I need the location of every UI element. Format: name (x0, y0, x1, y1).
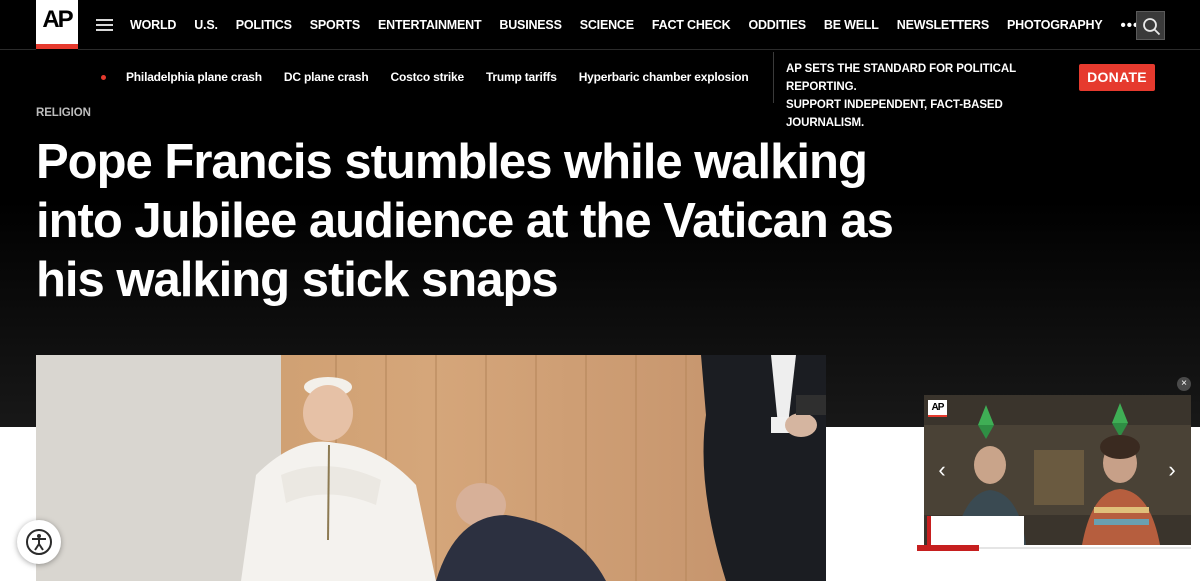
nav-item-science[interactable]: SCIENCE (580, 18, 634, 32)
promo-line-1: AP SETS THE STANDARD FOR POLITICAL REPOR… (786, 63, 1016, 93)
promo-line-2: SUPPORT INDEPENDENT, FACT-BASED JOURNALI… (786, 99, 1003, 129)
accessibility-button[interactable] (17, 520, 61, 564)
nav-item-us[interactable]: U.S. (194, 18, 218, 32)
main-nav: WORLD U.S. POLITICS SPORTS ENTERTAINMENT… (130, 0, 1139, 50)
promo-divider (773, 52, 774, 103)
support-promo[interactable]: AP SETS THE STANDARD FOR POLITICAL REPOR… (786, 60, 1076, 132)
video-ap-logo: AP (928, 400, 947, 417)
trending-link[interactable]: DC plane crash (284, 70, 369, 84)
trending-link[interactable]: Costco strike (391, 70, 465, 84)
nav-item-entertainment[interactable]: ENTERTAINMENT (378, 18, 482, 32)
trending-dot-icon (101, 75, 106, 80)
nav-item-business[interactable]: BUSINESS (499, 18, 562, 32)
ap-logo[interactable]: AP (36, 0, 78, 50)
trending-bar: Philadelphia plane crash DC plane crash … (0, 51, 1200, 129)
nav-item-politics[interactable]: POLITICS (236, 18, 292, 32)
trending-link[interactable]: Trump tariffs (486, 70, 557, 84)
nav-item-sports[interactable]: SPORTS (310, 18, 360, 32)
video-prev-button[interactable]: ‹ (930, 455, 954, 485)
article-headline: Pope Francis stumbles while walking into… (36, 135, 894, 307)
nav-item-oddities[interactable]: ODDITIES (748, 18, 806, 32)
trending-link[interactable]: Philadelphia plane crash (126, 70, 262, 84)
trending-links: Philadelphia plane crash DC plane crash … (126, 51, 770, 103)
nav-item-world[interactable]: WORLD (130, 18, 176, 32)
accessibility-icon (26, 529, 52, 555)
top-navigation: AP WORLD U.S. POLITICS SPORTS ENTERTAINM… (0, 0, 1200, 50)
video-progress-track[interactable] (979, 547, 1191, 549)
logo-text: AP (42, 6, 73, 33)
hamburger-menu-icon[interactable] (96, 19, 113, 32)
section-kicker[interactable]: RELIGION (36, 107, 91, 119)
nav-item-photography[interactable]: PHOTOGRAPHY (1007, 18, 1103, 32)
video-progress-bar[interactable] (917, 545, 979, 551)
nav-item-be-well[interactable]: BE WELL (824, 18, 879, 32)
video-next-button[interactable]: › (1160, 455, 1184, 485)
video-caption-box (931, 516, 1024, 545)
search-icon (1143, 18, 1161, 36)
nav-item-newsletters[interactable]: NEWSLETTERS (897, 18, 989, 32)
search-button[interactable] (1136, 11, 1165, 40)
nav-item-fact-check[interactable]: FACT CHECK (652, 18, 731, 32)
trending-link[interactable]: Hyperbaric chamber explosion (579, 70, 749, 84)
close-video-button[interactable]: × (1177, 377, 1191, 391)
hero-image (36, 355, 826, 581)
donate-button[interactable]: DONATE (1079, 64, 1155, 91)
logo-red-bar (36, 44, 78, 49)
